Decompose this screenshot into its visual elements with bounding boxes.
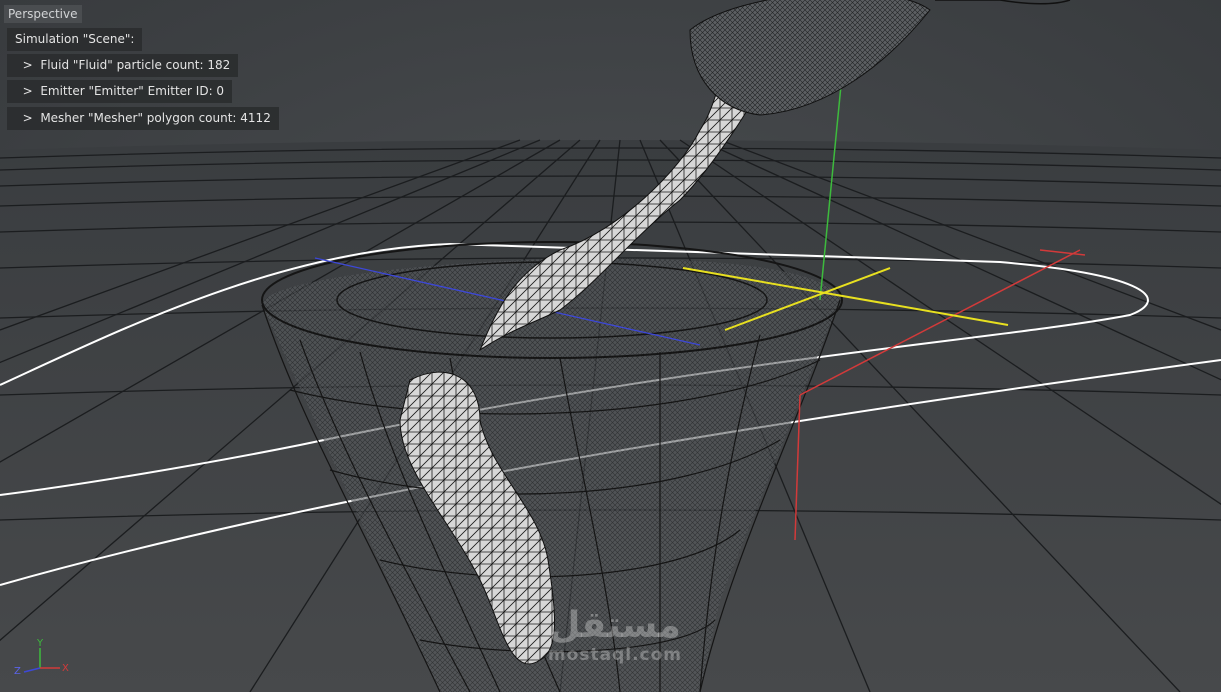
gizmo-y-label: Y (36, 638, 44, 649)
viewport-title[interactable]: Perspective (4, 5, 82, 23)
gizmo-z-label: Z (14, 666, 21, 677)
hud-emitter-line: > Emitter "Emitter" Emitter ID: 0 (7, 80, 233, 103)
watermark-arabic: مستقل (549, 605, 681, 646)
hud-simulation-title: Simulation "Scene": (7, 28, 143, 51)
hud-fluid-line: > Fluid "Fluid" particle count: 182 (7, 54, 239, 77)
scene-canvas[interactable]: Y X Z (0, 0, 1221, 692)
watermark-latin: mostaql.com (547, 645, 683, 665)
watermark: مستقل mostaql.com (530, 605, 700, 665)
gizmo-x-label: X (62, 663, 69, 674)
hud-mesher-line: > Mesher "Mesher" polygon count: 4112 (7, 107, 279, 130)
perspective-viewport[interactable]: Y X Z Perspective Simulation "Scene": > … (0, 0, 1221, 692)
